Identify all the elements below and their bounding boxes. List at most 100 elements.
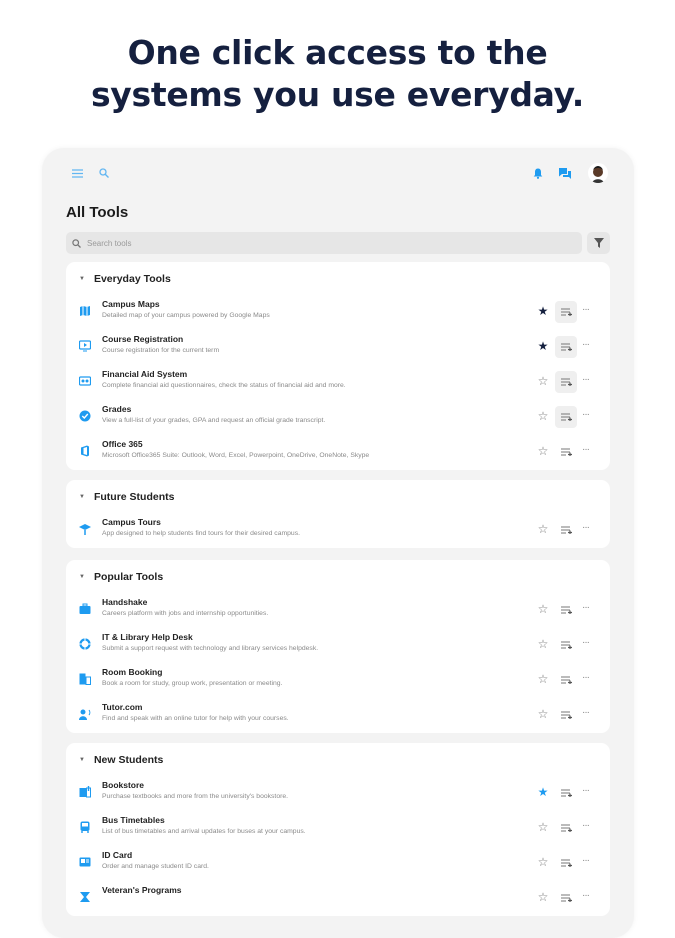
add-to-list-button[interactable] — [555, 371, 577, 393]
collapse-triangle-icon[interactable]: ▼ — [79, 574, 85, 580]
add-to-list-button[interactable] — [555, 406, 577, 428]
more-options-icon[interactable]: ··· — [582, 707, 590, 718]
playlist-add-icon — [560, 859, 572, 867]
tool-title[interactable]: Veteran's Programs — [102, 885, 182, 895]
tool-title[interactable]: Bookstore — [102, 780, 144, 790]
more-options-icon[interactable]: ··· — [582, 339, 590, 350]
more-options-icon[interactable]: ··· — [582, 820, 590, 831]
add-to-list-button[interactable] — [555, 782, 577, 804]
add-to-list-button[interactable] — [555, 887, 577, 909]
tool-description: Microsoft Office365 Suite: Outlook, Word… — [102, 452, 370, 459]
more-options-icon[interactable]: ··· — [582, 890, 590, 901]
star-outline-icon[interactable]: ☆ — [536, 444, 550, 458]
star-outline-icon[interactable]: ☆ — [536, 409, 550, 423]
playlist-add-icon — [560, 378, 572, 386]
headline: One click access to the systems you use … — [0, 32, 675, 116]
star-filled-icon[interactable]: ★ — [536, 785, 550, 799]
chat-icon[interactable] — [558, 166, 572, 180]
add-to-list-button[interactable] — [555, 301, 577, 323]
tool-title[interactable]: ID Card — [102, 850, 132, 860]
star-outline-icon[interactable]: ☆ — [536, 820, 550, 834]
collapse-triangle-icon[interactable]: ▼ — [79, 494, 85, 500]
filter-button[interactable] — [587, 232, 610, 254]
tool-title[interactable]: Tutor.com — [102, 702, 142, 712]
add-to-list-button[interactable] — [555, 852, 577, 874]
star-outline-icon[interactable]: ☆ — [536, 707, 550, 721]
more-options-icon[interactable]: ··· — [582, 855, 590, 866]
tool-row[interactable]: Campus Tours App designed to help studen… — [66, 513, 610, 548]
add-to-list-button[interactable] — [555, 669, 577, 691]
more-options-icon[interactable]: ··· — [582, 637, 590, 648]
star-outline-icon[interactable]: ☆ — [536, 637, 550, 651]
more-options-icon[interactable]: ··· — [582, 444, 590, 455]
search-input[interactable]: Search tools — [66, 232, 582, 254]
tool-row[interactable]: IT & Library Help Desk Submit a support … — [66, 628, 610, 663]
star-filled-icon[interactable]: ★ — [536, 339, 550, 353]
section-card: ▼ Popular Tools Handshake Careers platfor… — [66, 560, 610, 733]
playlist-add-icon — [560, 789, 572, 797]
tool-title[interactable]: Financial Aid System — [102, 369, 187, 379]
more-options-icon[interactable]: ··· — [582, 522, 590, 533]
avatar[interactable] — [588, 163, 608, 183]
tool-row[interactable]: Course Registration Course registration … — [66, 330, 610, 365]
star-outline-icon[interactable]: ☆ — [536, 855, 550, 869]
section-header[interactable]: ▼ Popular Tools — [66, 560, 610, 593]
collapse-triangle-icon[interactable]: ▼ — [79, 276, 85, 282]
section-header[interactable]: ▼ New Students — [66, 743, 610, 776]
more-options-icon[interactable]: ··· — [582, 602, 590, 613]
more-options-icon[interactable]: ··· — [582, 304, 590, 315]
tool-row[interactable]: Grades View a full-list of your grades, … — [66, 400, 610, 435]
add-to-list-button[interactable] — [555, 634, 577, 656]
tool-row[interactable]: Bus Timetables List of bus timetables an… — [66, 811, 610, 846]
add-to-list-button[interactable] — [555, 519, 577, 541]
section-header[interactable]: ▼ Future Students — [66, 480, 610, 513]
tool-row[interactable]: Handshake Careers platform with jobs and… — [66, 593, 610, 628]
tool-row[interactable]: ID Card Order and manage student ID card… — [66, 846, 610, 881]
bell-icon[interactable] — [531, 166, 545, 180]
map-icon — [80, 306, 90, 316]
tool-title[interactable]: Bus Timetables — [102, 815, 165, 825]
more-options-icon[interactable]: ··· — [582, 785, 590, 796]
search-icon — [72, 238, 81, 248]
playlist-add-icon — [560, 448, 572, 456]
more-options-icon[interactable]: ··· — [582, 672, 590, 683]
star-outline-icon[interactable]: ☆ — [536, 522, 550, 536]
more-options-icon[interactable]: ··· — [582, 409, 590, 420]
playlist-add-icon — [560, 824, 572, 832]
tool-title[interactable]: Grades — [102, 404, 131, 414]
collapse-triangle-icon[interactable]: ▼ — [79, 757, 85, 763]
add-to-list-button[interactable] — [555, 441, 577, 463]
add-to-list-button[interactable] — [555, 599, 577, 621]
tool-title[interactable]: Room Booking — [102, 667, 162, 677]
section-title: Future Students — [93, 490, 175, 503]
tool-title[interactable]: Handshake — [102, 597, 147, 607]
tool-row[interactable]: Office 365 Microsoft Office365 Suite: Ou… — [66, 435, 610, 470]
tool-row[interactable]: Veteran's Programs ☆ ··· — [66, 881, 610, 916]
star-outline-icon[interactable]: ☆ — [536, 672, 550, 686]
add-to-list-button[interactable] — [555, 336, 577, 358]
tool-title[interactable]: Course Registration — [102, 334, 183, 344]
star-outline-icon[interactable]: ☆ — [536, 890, 550, 904]
tool-row[interactable]: Room Booking Book a room for study, grou… — [66, 663, 610, 698]
tool-description: Careers platform with jobs and internshi… — [102, 610, 269, 617]
tool-title[interactable]: Campus Tours — [102, 517, 161, 527]
bus-icon — [80, 821, 90, 833]
star-outline-icon[interactable]: ☆ — [536, 374, 550, 388]
star-outline-icon[interactable]: ☆ — [536, 602, 550, 616]
playlist-add-icon — [560, 641, 572, 649]
section-header[interactable]: ▼ Everyday Tools — [66, 262, 610, 295]
menu-icon[interactable] — [70, 166, 84, 180]
tool-row[interactable]: Campus Maps Detailed map of your campus … — [66, 295, 610, 330]
tool-description: Submit a support request with technology… — [102, 645, 319, 652]
tool-title[interactable]: IT & Library Help Desk — [102, 632, 193, 642]
star-filled-icon[interactable]: ★ — [536, 304, 550, 318]
tool-row[interactable]: Financial Aid System Complete financial … — [66, 365, 610, 400]
tool-title[interactable]: Office 365 — [102, 439, 143, 449]
tool-row[interactable]: Tutor.com Find and speak with an online … — [66, 698, 610, 733]
tool-row[interactable]: Bookstore Purchase textbooks and more fr… — [66, 776, 610, 811]
add-to-list-button[interactable] — [555, 704, 577, 726]
search-icon[interactable] — [97, 166, 111, 180]
tool-title[interactable]: Campus Maps — [102, 299, 160, 309]
add-to-list-button[interactable] — [555, 817, 577, 839]
more-options-icon[interactable]: ··· — [582, 374, 590, 385]
